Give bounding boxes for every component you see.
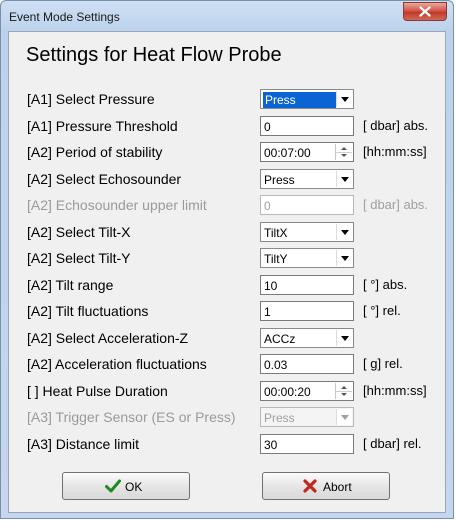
settings-row: [A2] Period of stability 00:07:00 [hh:mm:s…	[9, 141, 447, 163]
setting-dropdown: Press	[260, 407, 354, 427]
dialog-body: Settings for Heat Flow Probe [A1] Select…	[8, 31, 446, 513]
time-spinner[interactable]: 00:07:00	[260, 142, 354, 162]
setting-label: [A2] Select Acceleration-Z	[27, 329, 189, 346]
setting-label: [A2] Acceleration fluctuations	[27, 356, 207, 372]
dropdown-value: Press	[264, 411, 295, 425]
setting-input[interactable]: 0	[260, 115, 354, 136]
setting-label: [A3] Trigger Sensor (ES or Press)	[27, 409, 236, 425]
chevron-down-icon[interactable]	[336, 250, 352, 266]
setting-label: [A1] Pressure Threshold	[27, 117, 178, 134]
window-title: Event Mode Settings	[9, 10, 120, 24]
setting-label: [A2] Select Tilt-Y	[27, 250, 131, 266]
setting-label: [A2] Tilt range	[27, 276, 114, 293]
title-bar[interactable]: Event Mode Settings	[1, 1, 453, 31]
chevron-down-icon	[336, 409, 352, 425]
unit-label: [ dbar] abs.	[363, 117, 429, 133]
setting-label: [A2] Select Tilt-X	[27, 223, 131, 240]
dialog-window: Event Mode Settings Settings for Heat Fl…	[0, 0, 454, 519]
x-icon	[303, 479, 317, 493]
setting-label: [A3] Distance limit	[27, 435, 140, 452]
dropdown-value: Press	[263, 92, 336, 108]
close-button[interactable]	[403, 2, 447, 21]
setting-label: [A2] Tilt fluctuations	[27, 303, 149, 319]
setting-label: [A1] Select Pressure	[27, 91, 155, 107]
spin-down-icon[interactable]	[336, 152, 352, 160]
spinner-buttons	[335, 144, 352, 160]
chevron-down-icon[interactable]	[336, 329, 352, 346]
page-title: Settings for Heat Flow Probe	[26, 44, 282, 66]
setting-label: [A2] Echosounder upper limit	[27, 197, 207, 213]
unit-label: [ dbar] rel.	[363, 435, 422, 451]
dropdown-value: Press	[264, 172, 295, 187]
abort-button[interactable]: Abort	[262, 472, 390, 500]
ok-button-label: OK	[125, 480, 143, 494]
unit-label: [ °] rel.	[363, 303, 401, 318]
unit-label: [ °] abs.	[363, 276, 408, 292]
settings-row: [A3] Trigger Sensor (ES or Press) Press	[9, 406, 447, 428]
spin-down-icon[interactable]	[336, 391, 352, 399]
setting-label: [A2] Select Echosounder	[27, 170, 182, 187]
settings-row: [A1] Select Pressure Press	[9, 88, 447, 110]
setting-label: [A2] Period of stability	[27, 144, 163, 160]
setting-dropdown[interactable]: TiltX	[260, 221, 354, 242]
setting-input[interactable]: 30	[260, 433, 354, 454]
spinner-value[interactable]: 00:00:20	[261, 382, 333, 399]
setting-input[interactable]: 0.03	[260, 354, 354, 374]
setting-dropdown[interactable]: TiltY	[260, 248, 354, 268]
settings-row: [A2] Select Tilt-Y TiltY	[9, 247, 447, 269]
setting-input[interactable]: 10	[260, 274, 354, 295]
unit-label: [ g] rel.	[363, 356, 403, 371]
chevron-down-icon[interactable]	[336, 91, 352, 107]
unit-label: [hh:mm:ss]	[363, 382, 427, 398]
time-spinner[interactable]: 00:00:20	[260, 380, 354, 401]
settings-row: [A2] Echosounder upper limit 0 [ dbar] abs…	[9, 194, 447, 216]
setting-dropdown[interactable]: ACCz	[260, 327, 354, 348]
close-icon	[419, 6, 431, 17]
ok-button[interactable]: OK	[62, 472, 190, 500]
settings-row: [A2] Select Tilt-X TiltX	[9, 221, 447, 243]
setting-dropdown[interactable]: Press	[260, 89, 354, 109]
settings-row: [A2] Select Echosounder Press	[9, 168, 447, 190]
settings-row: [A2] Acceleration fluctuations 0.03 [ g] r…	[9, 353, 447, 375]
dropdown-value: TiltX	[264, 225, 288, 240]
unit-label: [hh:mm:ss]	[363, 144, 427, 159]
unit-label: [ dbar] abs.	[363, 197, 429, 212]
spinner-value[interactable]: 00:07:00	[261, 143, 333, 160]
settings-row: [A3] Distance limit 30 [ dbar] rel.	[9, 433, 447, 455]
setting-input: 0	[260, 195, 354, 215]
settings-row: [A2] Select Acceleration-Z ACCz	[9, 327, 447, 349]
abort-button-label: Abort	[323, 480, 352, 494]
settings-row: [A2] Tilt fluctuations 1 [ °] rel.	[9, 300, 447, 322]
checkmark-icon	[105, 479, 121, 493]
spinner-buttons	[335, 382, 352, 399]
setting-input[interactable]: 1	[260, 301, 354, 321]
dropdown-value: ACCz	[264, 331, 296, 346]
settings-row: [ ] Heat Pulse Duration 00:00:20 [hh:mm:ss…	[9, 380, 447, 402]
dropdown-value: TiltY	[264, 252, 288, 266]
chevron-down-icon[interactable]	[336, 223, 352, 240]
settings-row: [A1] Pressure Threshold 0 [ dbar] abs.	[9, 115, 447, 137]
setting-dropdown[interactable]: Press	[260, 168, 354, 189]
settings-row: [A2] Tilt range 10 [ °] abs.	[9, 274, 447, 296]
setting-label: [ ] Heat Pulse Duration	[27, 382, 168, 399]
chevron-down-icon[interactable]	[336, 170, 352, 187]
